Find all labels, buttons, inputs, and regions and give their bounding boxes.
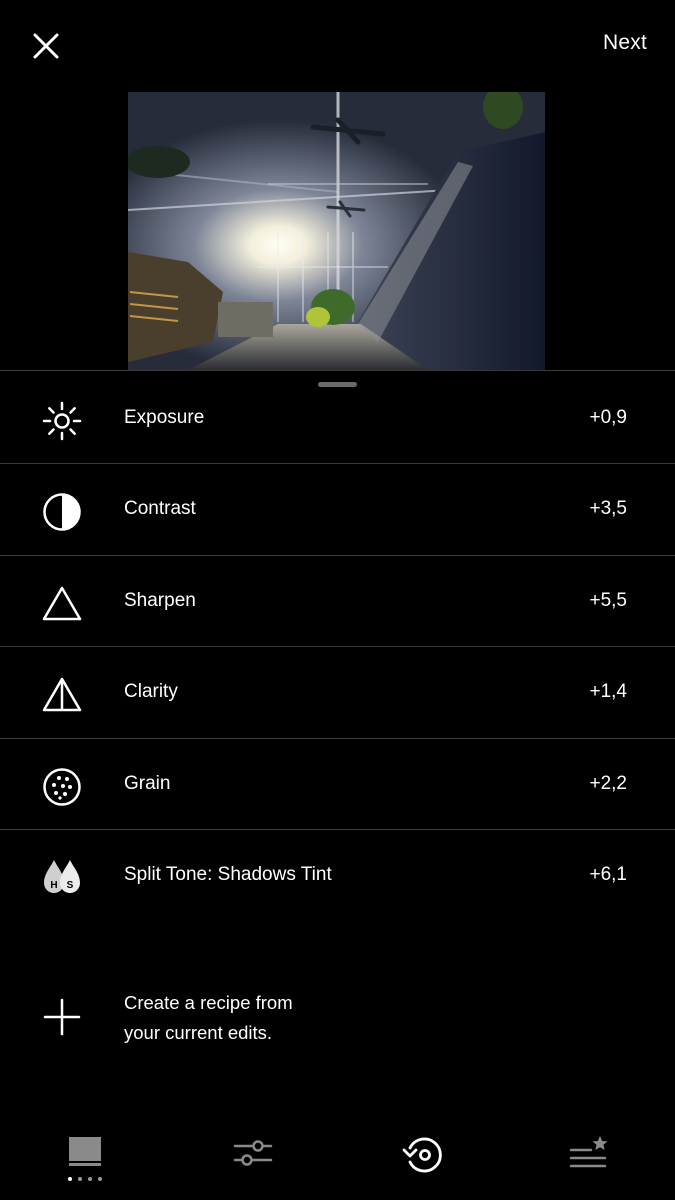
photo-preview[interactable]: [128, 92, 545, 370]
page-dot: [88, 1177, 92, 1181]
sheet-divider: [0, 370, 675, 371]
split-tone-icon: H S: [40, 856, 84, 900]
history-icon: [402, 1137, 442, 1173]
edit-label: Sharpen: [124, 589, 196, 611]
bottom-nav: [0, 1120, 675, 1200]
edit-row-split-tone[interactable]: H S Split Tone: Shadows Tint +6,1: [0, 830, 675, 921]
top-bar: Next: [0, 0, 675, 92]
nav-history[interactable]: [392, 1134, 452, 1194]
next-button[interactable]: Next: [603, 31, 647, 55]
edit-row-grain[interactable]: Grain +2,2: [0, 739, 675, 831]
plus-icon: [42, 997, 82, 1037]
recipes-icon: [569, 1136, 608, 1168]
edit-value: +6,1: [589, 863, 627, 885]
studio-icon: [69, 1137, 101, 1166]
edit-value: +3,5: [589, 498, 627, 520]
sharpen-triangle-icon: [40, 582, 84, 626]
create-recipe-line1: Create a recipe from: [124, 992, 293, 1013]
edit-value: +2,2: [589, 772, 627, 794]
edit-row-clarity[interactable]: Clarity +1,4: [0, 647, 675, 739]
edit-label: Grain: [124, 772, 171, 794]
exposure-sun-icon: [40, 399, 84, 443]
grain-icon: [40, 765, 84, 809]
nav-studio[interactable]: [55, 1134, 115, 1194]
edit-row-contrast[interactable]: Contrast +3,5: [0, 464, 675, 557]
edit-label: Split Tone: Shadows Tint: [124, 863, 332, 885]
close-icon: [33, 33, 59, 59]
page-dot: [68, 1177, 72, 1181]
edit-value: +0,9: [589, 407, 627, 428]
clarity-split-triangle-icon: [40, 673, 84, 717]
edit-value: +1,4: [589, 681, 627, 703]
edit-label: Contrast: [124, 498, 196, 520]
create-recipe-line2: your current edits.: [124, 1022, 273, 1043]
page-dot: [78, 1177, 82, 1181]
contrast-icon: [40, 490, 84, 534]
create-recipe-text: Create a recipe from your current edits.: [124, 988, 293, 1048]
close-button[interactable]: [26, 26, 66, 66]
edit-value: +5,5: [589, 589, 627, 611]
edit-label: Clarity: [124, 681, 178, 703]
edit-row-exposure[interactable]: Exposure +0,9: [0, 373, 675, 465]
edit-row-sharpen[interactable]: Sharpen +5,5: [0, 556, 675, 648]
nav-recipes[interactable]: [559, 1134, 619, 1194]
split-tone-h-letter: H: [50, 880, 57, 891]
split-tone-s-letter: S: [67, 880, 74, 891]
nav-adjust[interactable]: [223, 1134, 283, 1194]
page-dot: [98, 1177, 102, 1181]
adjust-sliders-icon: [233, 1140, 273, 1166]
applied-edits-list: Exposure +0,9 Contrast +3,5 Sharpen +5,5: [0, 373, 675, 921]
create-recipe-button[interactable]: Create a recipe from your current edits.: [0, 980, 675, 1060]
studio-page-dots: [68, 1177, 102, 1181]
edit-label: Exposure: [124, 407, 205, 428]
